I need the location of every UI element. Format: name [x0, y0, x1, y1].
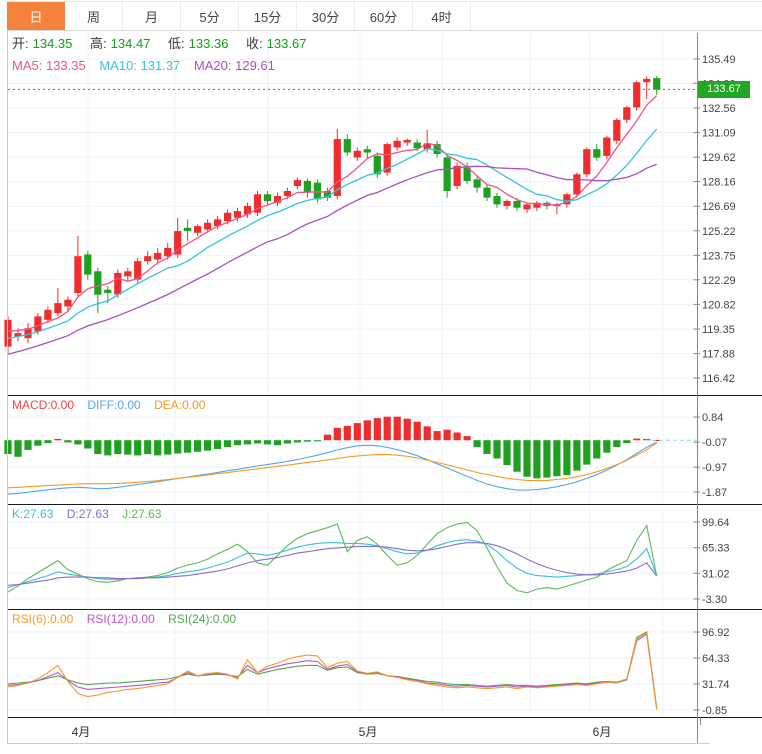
- y-axis-label: -0.97: [702, 462, 727, 474]
- y-axis-label: 123.75: [702, 250, 736, 262]
- y-axis-label: 31.02: [702, 568, 730, 580]
- ma10-line: [7, 128, 658, 340]
- y-axis-label: 64.33: [702, 653, 730, 665]
- y-axis-label: 65.33: [702, 543, 730, 555]
- y-axis-label: 129.62: [702, 152, 736, 164]
- x-axis-label: 4月: [72, 725, 91, 739]
- y-axis-label: 116.42: [702, 373, 735, 385]
- y-axis-label: 132.56: [702, 103, 736, 115]
- x-axis-label: 6月: [593, 725, 612, 739]
- candles: [4, 76, 661, 354]
- y-axis-label: 135.49: [702, 54, 736, 66]
- y-axis-label: 122.29: [702, 275, 736, 287]
- y-axis-label: -0.85: [702, 705, 727, 717]
- y-axis-label: -0.07: [702, 437, 727, 449]
- y-axis-label: -1.87: [702, 487, 727, 499]
- y-axis-label: 0.84: [702, 412, 723, 424]
- macd-histogram: [4, 416, 661, 479]
- y-axis-label: 128.16: [702, 177, 736, 189]
- y-axis-label: 96.92: [702, 627, 730, 639]
- y-axis-label: 126.69: [702, 201, 736, 213]
- y-axis-label: 99.64: [702, 517, 730, 529]
- y-axis-label: 117.88: [702, 349, 735, 361]
- y-axis-label: 119.35: [702, 324, 735, 336]
- y-axis-label: 31.74: [702, 679, 730, 691]
- trading-chart-app: 日 周 月 5分 15分 30分 60分 4时 135.49134.03132.…: [0, 0, 762, 754]
- last-price-badge: 133.67: [698, 81, 750, 98]
- y-axis-label: 125.22: [702, 226, 736, 238]
- y-axis-label: 120.82: [702, 299, 736, 311]
- y-axis-label: -3.30: [702, 594, 727, 606]
- x-axis-label: 5月: [359, 725, 378, 739]
- chart-canvas[interactable]: 135.49134.03132.56131.09129.62128.16126.…: [0, 0, 762, 754]
- y-axis-label: 131.09: [702, 128, 736, 140]
